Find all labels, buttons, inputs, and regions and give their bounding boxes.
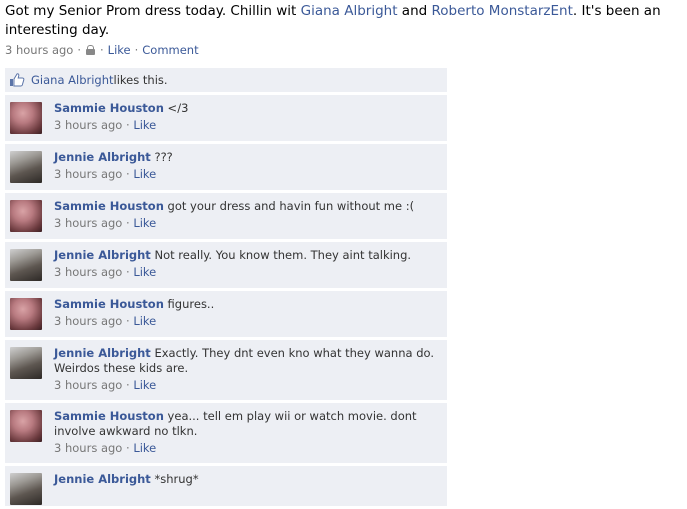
commenter-name-link[interactable]: Sammie Houston [54, 297, 164, 311]
comment-content: Sammie Houston figures.. [54, 297, 439, 312]
comment-content: Jennie Albright Exactly. They dnt even k… [54, 346, 439, 376]
comment-meta: 3 hours ago · Like [54, 167, 439, 182]
comment-timestamp[interactable]: 3 hours ago [54, 118, 122, 132]
comment-content: Jennie Albright ??? [54, 150, 439, 165]
commenter-name-link[interactable]: Jennie Albright [54, 248, 151, 262]
lock-icon[interactable] [86, 45, 95, 55]
separator: · [122, 167, 134, 181]
likes-text: likes this. [113, 73, 168, 87]
comment-meta: 3 hours ago · Like [54, 378, 439, 393]
separator: · [122, 441, 134, 455]
comment-row: Jennie Albright ??? 3 hours ago · Like [5, 144, 447, 190]
like-comment-link[interactable]: Like [133, 378, 156, 392]
comment-meta: 3 hours ago · Like [54, 441, 439, 456]
commenter-name-link[interactable]: Jennie Albright [54, 346, 151, 360]
comment-content: Jennie Albright Not really. You know the… [54, 248, 439, 263]
comment-text: *shrug* [150, 472, 199, 486]
comment-text: Not really. You know them. They aint tal… [150, 248, 412, 262]
separator: · [100, 43, 104, 57]
commenter-name-link[interactable]: Sammie Houston [54, 101, 164, 115]
commenter-name-link[interactable]: Jennie Albright [54, 150, 151, 164]
comment-row: Jennie Albright *shrug* [5, 466, 447, 506]
like-comment-link[interactable]: Like [133, 216, 156, 230]
comment-text: figures.. [163, 297, 215, 311]
avatar[interactable] [10, 151, 42, 183]
comment-row: Sammie Houston yea... tell em play wii o… [5, 403, 447, 463]
separator: · [122, 314, 134, 328]
commenter-name-link[interactable]: Jennie Albright [54, 472, 151, 486]
comment-post-link[interactable]: Comment [142, 43, 198, 57]
like-post-link[interactable]: Like [108, 43, 131, 57]
comment-meta: 3 hours ago · Like [54, 265, 439, 280]
separator: · [122, 265, 134, 279]
commenter-name-link[interactable]: Sammie Houston [54, 409, 164, 423]
comment-meta: 3 hours ago · Like [54, 216, 439, 231]
avatar[interactable] [10, 200, 42, 232]
comment-content: Sammie Houston got your dress and havin … [54, 199, 439, 214]
thumbs-up-icon [10, 73, 25, 87]
like-comment-link[interactable]: Like [133, 167, 156, 181]
tag-roberto-link[interactable]: Roberto MonstarzEnt [432, 3, 573, 19]
comment-content: Sammie Houston </3 [54, 101, 439, 116]
liker-name-link[interactable]: Giana Albright [31, 73, 114, 87]
commenter-name-link[interactable]: Sammie Houston [54, 199, 164, 213]
comment-timestamp[interactable]: 3 hours ago [54, 265, 122, 279]
avatar[interactable] [10, 347, 42, 379]
separator: · [122, 216, 134, 230]
comment-timestamp[interactable]: 3 hours ago [54, 441, 122, 455]
likes-summary: Giana Albright likes this. [5, 68, 447, 92]
comment-feed: Giana Albright likes this. Sammie Housto… [5, 68, 447, 509]
comment-text: ??? [150, 150, 173, 164]
avatar[interactable] [10, 410, 42, 442]
status-text-part: Got my Senior Prom dress today. Chillin … [5, 3, 301, 19]
comment-meta: 3 hours ago · Like [54, 314, 439, 329]
comment-timestamp[interactable]: 3 hours ago [54, 314, 122, 328]
comment-row: Jennie Albright Not really. You know the… [5, 242, 447, 288]
avatar[interactable] [10, 102, 42, 134]
comment-content: Sammie Houston yea... tell em play wii o… [54, 409, 439, 439]
like-comment-link[interactable]: Like [133, 441, 156, 455]
comment-text: </3 [163, 101, 189, 115]
separator: · [122, 118, 134, 132]
status-text: Got my Senior Prom dress today. Chillin … [5, 2, 685, 40]
comment-text: got your dress and havin fun without me … [163, 199, 415, 213]
avatar[interactable] [10, 249, 42, 281]
separator: · [134, 43, 139, 57]
post-meta: 3 hours ago · · Like · Comment [5, 43, 199, 57]
comment-row: Sammie Houston </3 3 hours ago · Like [5, 95, 447, 141]
comment-timestamp[interactable]: 3 hours ago [54, 216, 122, 230]
comment-row: Jennie Albright Exactly. They dnt even k… [5, 340, 447, 400]
comment-timestamp[interactable]: 3 hours ago [54, 378, 122, 392]
comment-timestamp[interactable]: 3 hours ago [54, 167, 122, 181]
comment-row: Sammie Houston figures.. 3 hours ago · Li… [5, 291, 447, 337]
avatar[interactable] [10, 298, 42, 330]
separator: · [122, 378, 134, 392]
like-comment-link[interactable]: Like [133, 118, 156, 132]
like-comment-link[interactable]: Like [133, 314, 156, 328]
comment-meta: 3 hours ago · Like [54, 118, 439, 133]
tag-giana-link[interactable]: Giana Albright [301, 3, 398, 19]
status-text-part: and [397, 3, 432, 19]
post-timestamp[interactable]: 3 hours ago [5, 43, 73, 57]
like-comment-link[interactable]: Like [133, 265, 156, 279]
separator: · [77, 43, 81, 57]
avatar[interactable] [10, 473, 42, 505]
comment-row: Sammie Houston got your dress and havin … [5, 193, 447, 239]
